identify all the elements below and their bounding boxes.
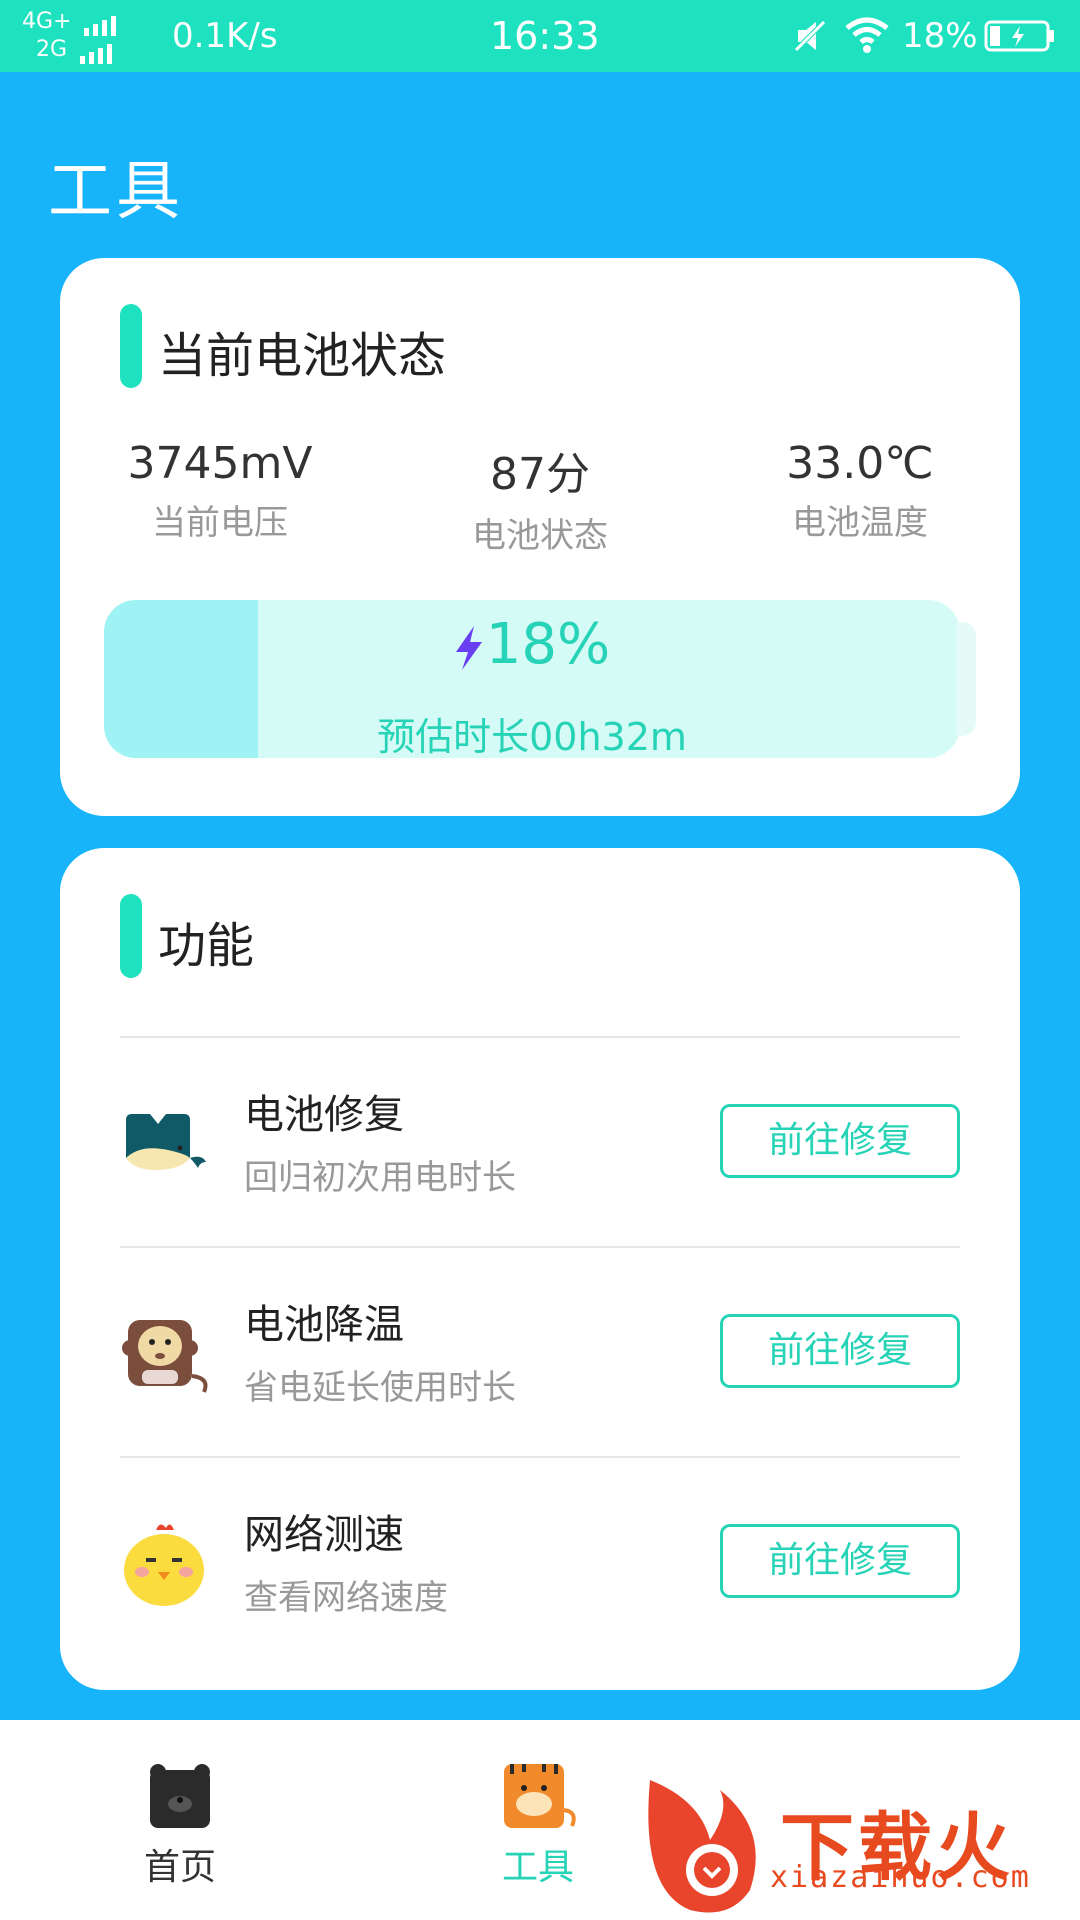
battery-level-bar: 18% 预估时长00h32m	[104, 600, 960, 758]
function-name: 网络测速	[244, 1512, 404, 1558]
stat-value: 3745mV	[127, 438, 313, 489]
nav-item-home[interactable]: 首页	[80, 1760, 280, 1890]
stat-value: 33.0℃	[786, 438, 934, 489]
function-description: 省电延长使用时长	[244, 1368, 516, 1408]
signal-strength-icon	[84, 8, 120, 36]
function-description: 回归初次用电时长	[244, 1158, 516, 1198]
chick-icon	[124, 1524, 204, 1606]
temperature-stat: 33.0℃ 电池温度	[710, 438, 1010, 544]
nav-item-tools[interactable]: 工具	[438, 1760, 638, 1890]
nav-label: 首页	[143, 1847, 216, 1888]
go-repair-button[interactable]: 前往修复	[720, 1524, 960, 1598]
voltage-stat: 3745mV 当前电压	[70, 438, 370, 544]
watermark-domain: xiazaihuo.com	[770, 1860, 1031, 1895]
network-indicator: 4G+ 2G	[22, 8, 120, 64]
stat-value: 87分	[490, 449, 590, 500]
whale-icon	[126, 1114, 206, 1170]
clock: 16:33	[490, 14, 600, 58]
tiger-icon	[504, 1764, 576, 1828]
battery-charging-icon	[984, 20, 1054, 52]
function-name: 电池降温	[244, 1302, 404, 1348]
function-item-battery-repair: 电池修复 回归初次用电时长 前往修复	[120, 1038, 960, 1246]
battery-estimate: 预估时长00h32m	[377, 715, 687, 758]
network-speed: 0.1K/s	[172, 16, 278, 56]
page-title: 工具	[48, 155, 184, 229]
battery-level-text: 18%	[104, 612, 960, 677]
function-name: 电池修复	[244, 1092, 404, 1138]
battery-percent: 18%	[902, 16, 978, 56]
card-title: 功能	[158, 918, 255, 974]
battery-level-value: 18%	[485, 612, 611, 677]
card-title: 当前电池状态	[158, 328, 447, 384]
network-type-primary: 4G+	[22, 9, 72, 34]
network-type-secondary: 2G	[36, 37, 68, 62]
health-stat: 87分 电池状态	[390, 438, 690, 557]
accent-bar	[120, 304, 142, 388]
function-description: 查看网络速度	[244, 1578, 448, 1618]
battery-status-card: 当前电池状态 3745mV 当前电压 87分 电池状态 33.0℃ 电池温度 1…	[60, 258, 1020, 816]
bear-icon	[150, 1764, 210, 1828]
mute-icon	[794, 20, 826, 52]
battery-cap	[956, 622, 976, 736]
stat-label: 当前电压	[152, 503, 288, 543]
lightning-icon	[455, 625, 482, 670]
accent-bar	[120, 894, 142, 978]
signal-strength-icon	[80, 36, 116, 64]
monkey-icon	[122, 1320, 208, 1393]
function-item-network-speed: 网络测速 查看网络速度 前往修复	[120, 1458, 960, 1666]
go-repair-button[interactable]: 前往修复	[720, 1314, 960, 1388]
go-repair-button[interactable]: 前往修复	[720, 1104, 960, 1178]
status-bar: 4G+ 2G 0.1K/s 16:33 18%	[0, 0, 1080, 72]
nav-label: 工具	[501, 1847, 574, 1888]
wifi-icon	[845, 17, 889, 53]
functions-card: 功能 电池修复 回归初次用电时长 前往修复 电池降温 省电延长使用时长 前往修复	[60, 848, 1020, 1690]
stat-label: 电池温度	[792, 503, 928, 543]
stat-label: 电池状态	[472, 516, 608, 556]
function-item-battery-cooling: 电池降温 省电延长使用时长 前往修复	[120, 1248, 960, 1456]
